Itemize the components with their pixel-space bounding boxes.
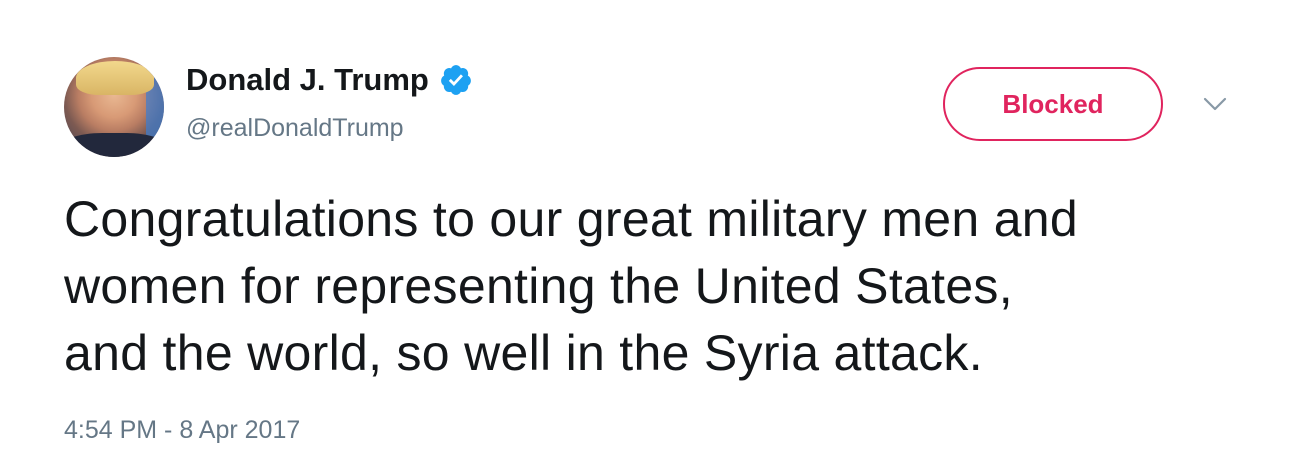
tweet-text-line: women for representing the United States… [64, 258, 1013, 314]
avatar-hair [76, 61, 154, 95]
tweet-text-line: Congratulations to our great military me… [64, 191, 1079, 247]
verified-badge-icon [440, 65, 471, 95]
author-name-row: Donald J. Trump [186, 60, 473, 100]
tweet-timestamp[interactable]: 4:54 PM - 8 Apr 2017 [64, 416, 300, 445]
chevron-down-icon[interactable] [1200, 92, 1230, 116]
tweet-card: Donald J. Trump @realDonaldTrump Blocked… [0, 0, 1298, 464]
avatar-suit [64, 133, 164, 157]
tweet-text: Congratulations to our great military me… [64, 186, 1254, 387]
blocked-button[interactable]: Blocked [943, 67, 1163, 141]
tweet-text-line: and the world, so well in the Syria atta… [64, 325, 983, 381]
avatar[interactable] [64, 57, 164, 157]
author-name[interactable]: Donald J. Trump [186, 62, 429, 98]
author-handle[interactable]: @realDonaldTrump [186, 114, 404, 143]
